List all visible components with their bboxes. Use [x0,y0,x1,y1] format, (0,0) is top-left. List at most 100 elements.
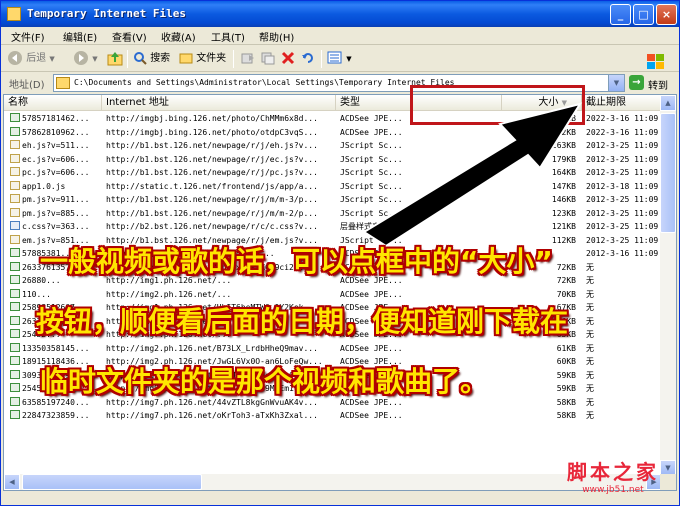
image-file-icon [10,315,20,325]
undo-button[interactable] [301,50,315,68]
search-icon [134,52,147,65]
image-file-icon [10,275,20,284]
address-label: 地址(D) [9,80,45,91]
cell-type: ACDSee JPE... [340,114,403,123]
cell-url: http://img2.ph.126.net/... [106,289,232,299]
vertical-scrollbar[interactable]: ▲ ▼ [660,95,676,476]
folder-icon [179,53,193,64]
cell-name: pm.js?v=885... [10,207,102,221]
cell-type: JScript Sc... [340,168,403,177]
delete-button[interactable] [281,50,295,68]
cell-url: http://b2.bst.126.net/newpage/r/c/c.css?… [106,222,318,231]
menu-view[interactable]: 查看(V) [112,29,147,44]
address-dropdown-chevron-down-icon[interactable]: ▼ [608,75,624,91]
forward-button[interactable]: ▼ [73,50,98,68]
column-name[interactable]: 名称 [4,95,102,111]
cell-size: 61KB [556,343,576,353]
script-file-icon [10,194,20,203]
search-button[interactable]: 搜索 [133,50,170,68]
menu-favorites[interactable]: 收藏(A) [161,29,196,44]
table-row[interactable]: pm.js?v=885... http://b1.bst.126.net/newp… [4,207,662,221]
cell-url: http://img7.ph.126.net/oKrToh3-aTxKh3Zxa… [106,411,318,420]
cell-name-text: 13350358145... [22,343,90,353]
cell-expires: 2012-3-25 11:09 [586,154,659,164]
folders-button[interactable]: 文件夹 [179,50,226,68]
script-file-icon [10,180,20,190]
table-row[interactable]: 57862810962... http://imgbj.bing.126.net/… [4,126,662,140]
scroll-up-icon[interactable]: ▲ [660,95,676,111]
table-row[interactable]: ec.js?v=606... http://b1.bst.126.net/newp… [4,153,662,167]
annotation-line-1: 一般视频或歌的话，可以点框中的“大小” [40,245,553,278]
views-icon [327,51,342,64]
cell-size: 312KB [551,127,576,137]
script-file-icon [10,234,20,244]
cell-expires: 2012-3-25 11:09 [586,168,659,177]
cell-name-text: c.css?v=363... [22,222,90,231]
copy-to-button[interactable] [261,50,275,68]
menu-tools[interactable]: 工具(T) [211,29,245,44]
cell-name: 22847323859... [10,409,102,423]
cell-type: ACDSee JPE... [340,127,403,137]
scroll-left-icon[interactable]: ◀ [4,474,20,490]
menu-file[interactable]: 文件(F) [11,29,45,44]
annotation-line-3: 临时文件夹的是那个视频和歌曲了。 [40,365,489,398]
menu-edit[interactable]: 编辑(E) [63,29,97,44]
cell-name: 57862810962... [10,126,102,140]
table-row[interactable]: 22847323859... http://img7.ph.126.net/oKr… [4,409,662,423]
cell-expires: 2022-3-16 11:09 [586,114,659,123]
cell-name-text: pm.js?v=885... [22,208,90,218]
minimize-button[interactable]: _ [610,4,631,25]
cell-size: 70KB [556,289,576,299]
up-folder-button[interactable] [107,50,123,68]
menu-bar: 文件(F) 编辑(E) 查看(V) 收藏(A) 工具(T) 帮助(H) [1,27,679,69]
views-button[interactable]: ▼ [327,50,352,68]
image-file-icon [10,261,20,271]
annotation-line-2: 按钮，顺便看后面的日期，便知道刚下载在 [36,305,569,338]
cell-size: 164KB [551,168,576,177]
stylesheet-file-icon [10,221,20,230]
cell-name-text: pc.js?v=606... [22,168,90,177]
horizontal-scroll-thumb[interactable] [22,474,202,490]
vertical-scroll-thumb[interactable] [660,113,676,233]
cell-size: 58KB [556,411,576,420]
cell-expires: 无 [586,411,594,420]
maximize-button[interactable]: □ [633,4,654,25]
table-row[interactable]: app1.0.js http://static.t.126.net/fronten… [4,180,662,194]
image-file-icon [10,302,20,311]
table-row[interactable]: 13350358145... http://img2.ph.126.net/B73… [4,342,662,356]
table-row[interactable]: pm.js?v=911... http://b1.bst.126.net/newp… [4,193,662,207]
close-button[interactable]: × [656,4,677,25]
cell-name: c.css?v=363... [10,220,102,234]
title-bar[interactable]: Temporary Internet Files _ □ × [1,1,679,27]
back-button[interactable]: 后退 ▼ [7,50,55,68]
column-expires[interactable]: 截止期限 [582,95,662,111]
cell-name: 110... [10,288,102,302]
cell-size: 123KB [551,208,576,218]
cell-type: ACDSee JPE... [340,411,403,420]
go-button[interactable]: 转到 [648,77,668,92]
menu-help[interactable]: 帮助(H) [259,29,294,44]
back-arrow-icon [8,51,22,65]
image-file-icon [10,356,20,365]
go-arrow-icon[interactable]: → [629,75,644,90]
cell-expires: 2012-3-25 11:09 [586,208,659,218]
cell-name: 13350358145... [10,342,102,356]
cell-type: ACDSee JPE... [340,289,403,299]
site-watermark: 脚本之家 www.jb51.net [548,456,678,495]
table-row[interactable]: eh.js?v=511... http://b1.bst.126.net/newp… [4,139,662,153]
cell-name-text: 57862810962... [22,127,90,137]
move-to-button[interactable] [241,50,255,68]
table-row[interactable]: c.css?v=363... http://b2.bst.126.net/newp… [4,220,662,234]
cell-expires: 2012-3-25 11:09 [586,222,659,231]
cell-expires: 2022-3-16 11:09 [586,127,659,137]
table-row[interactable]: pc.js?v=606... http://b1.bst.126.net/newp… [4,166,662,180]
delete-icon [281,51,295,65]
table-row[interactable]: 110... http://img2.ph.126.net/... ACDSee J… [4,288,662,302]
window-title: Temporary Internet Files [27,7,186,20]
column-url[interactable]: Internet 地址 [102,95,336,111]
cell-name: eh.js?v=511... [10,139,102,153]
copy-to-icon [261,52,275,65]
cell-name: pc.js?v=606... [10,166,102,180]
address-value: C:\Documents and Settings\Administrator\… [74,78,455,87]
cell-expires: 2012-3-25 11:09 [586,141,659,150]
